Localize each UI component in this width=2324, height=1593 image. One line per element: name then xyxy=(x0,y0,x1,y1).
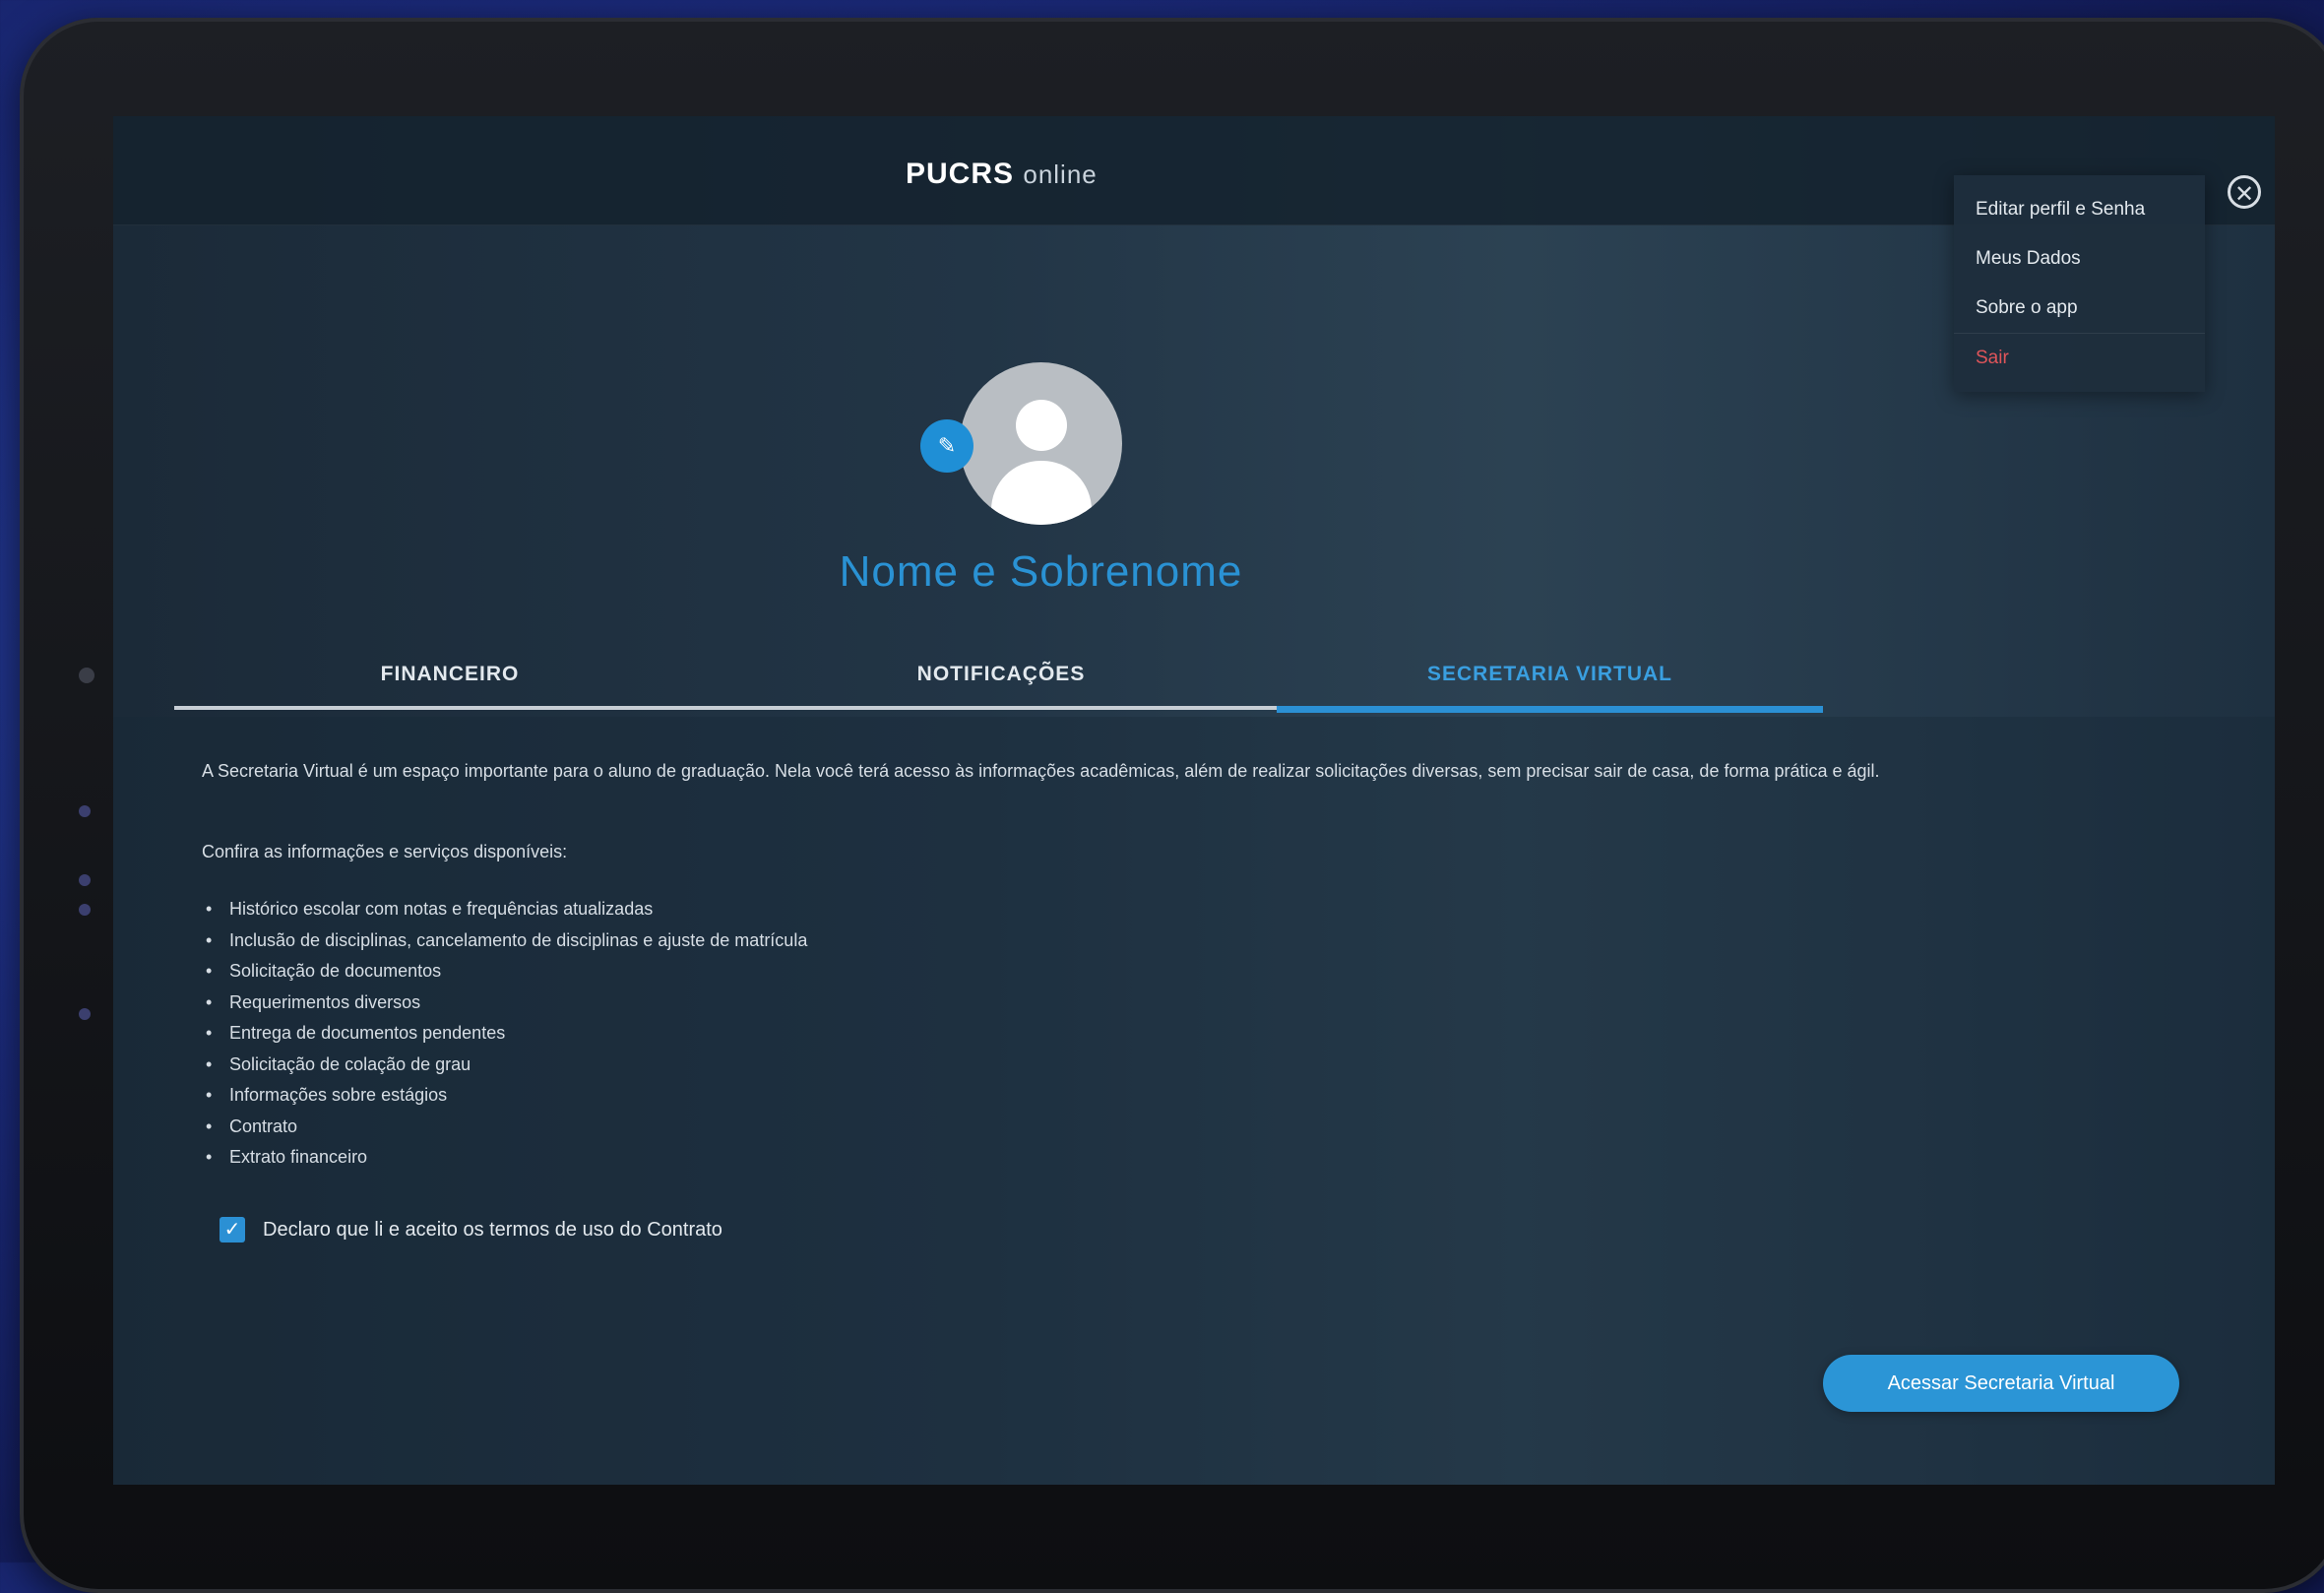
sensor-dot xyxy=(79,1008,91,1020)
list-item: Inclusão de disciplinas, cancelamento de… xyxy=(202,925,807,957)
avatar[interactable] xyxy=(960,362,1122,525)
list-item: Contrato xyxy=(202,1112,807,1143)
camera-icon xyxy=(79,668,94,683)
list-item: Solicitação de documentos xyxy=(202,956,807,988)
app-header: PUCRS online ✕ xyxy=(113,116,2275,225)
access-secretaria-button[interactable]: Acessar Secretaria Virtual xyxy=(1823,1355,2179,1412)
features-list: Histórico escolar com notas e frequência… xyxy=(202,894,807,1174)
terms-checkbox[interactable]: ✓ xyxy=(220,1217,245,1243)
menu-item-logout[interactable]: Sair xyxy=(1954,333,2205,383)
list-item: Informações sobre estágios xyxy=(202,1080,807,1112)
sensor-dot xyxy=(79,874,91,886)
tab-financeiro[interactable]: FINANCEIRO xyxy=(174,643,725,710)
tab-secretaria-virtual[interactable]: SECRETARIA VIRTUAL xyxy=(1277,643,1823,713)
tab-bar: FINANCEIRO NOTIFICAÇÕES SECRETARIA VIRTU… xyxy=(174,643,1926,713)
menu-item-my-data[interactable]: Meus Dados xyxy=(1954,234,2205,284)
tab-notificacoes[interactable]: NOTIFICAÇÕES xyxy=(725,643,1277,710)
profile-name: Nome e Sobrenome xyxy=(839,547,1243,596)
pencil-icon[interactable]: ✎ xyxy=(920,419,974,473)
brand-main: PUCRS xyxy=(906,158,1015,190)
sensor-dot xyxy=(79,904,91,916)
menu-item-edit-profile[interactable]: Editar perfil e Senha xyxy=(1954,185,2205,234)
brand-sub: online xyxy=(1023,159,1098,189)
brand-logo: PUCRS online xyxy=(906,158,1098,191)
list-item: Requerimentos diversos xyxy=(202,988,807,1019)
tablet-frame: PUCRS online ✕ Editar perfil e Senha Meu… xyxy=(20,18,2324,1593)
intro-paragraph: A Secretaria Virtual é um espaço importa… xyxy=(202,761,1880,781)
features-heading: Confira as informações e serviços dispon… xyxy=(202,842,568,861)
list-item: Solicitação de colação de grau xyxy=(202,1050,807,1081)
menu-item-about[interactable]: Sobre o app xyxy=(1954,284,2205,333)
user-menu: Editar perfil e Senha Meus Dados Sobre o… xyxy=(1954,175,2205,392)
list-item: Extrato financeiro xyxy=(202,1142,807,1174)
user-icon-head xyxy=(1016,400,1067,451)
list-item: Histórico escolar com notas e frequência… xyxy=(202,894,807,925)
close-icon[interactable]: ✕ xyxy=(2228,175,2261,209)
terms-label[interactable]: Declaro que li e aceito os termos de uso… xyxy=(263,1217,722,1243)
user-icon-body xyxy=(991,461,1092,525)
list-item: Entrega de documentos pendentes xyxy=(202,1018,807,1050)
sensor-dot xyxy=(79,805,91,817)
app-screen: PUCRS online ✕ Editar perfil e Senha Meu… xyxy=(113,116,2275,1485)
